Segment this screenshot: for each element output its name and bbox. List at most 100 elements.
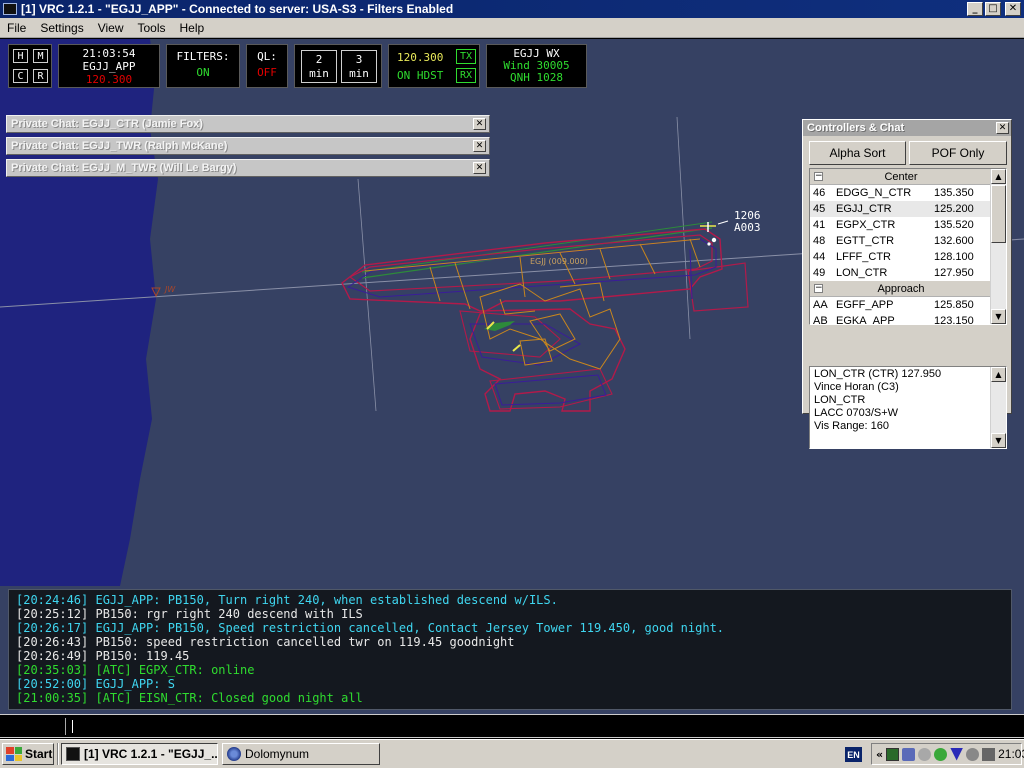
start-label: Start <box>25 747 53 761</box>
radio-box: 120.300 ON HDST TX RX <box>388 44 480 88</box>
scroll-down-icon[interactable]: ▼ <box>991 433 1006 448</box>
menu-settings[interactable]: Settings <box>33 21 90 35</box>
three-min-unit: min <box>349 67 369 80</box>
group-label: Center <box>884 170 918 183</box>
aircraft-datablock[interactable]: 1206 A003 <box>734 210 761 234</box>
filters-box[interactable]: FILTERS: ON <box>166 44 240 88</box>
tray-expand-icon[interactable]: « <box>876 748 883 761</box>
task-label: Dolomynum <box>245 747 310 761</box>
key-h[interactable]: H <box>13 49 28 63</box>
private-chat-egjj-twr[interactable]: Private Chat: EGJJ_TWR (Ralph McKane) ✕ <box>6 137 490 155</box>
taskbar: Start [1] VRC 1.2.1 - "EGJJ_... Dolomynu… <box>0 739 1024 768</box>
info-line: LON_CTR <box>814 394 866 406</box>
close-icon[interactable]: ✕ <box>473 118 486 130</box>
controller-row[interactable]: 46 EDGG_N_CTR 135.350 <box>810 185 1006 201</box>
controller-row[interactable]: 41 EGPX_CTR 135.520 <box>810 217 1006 233</box>
ql-label: QL: <box>257 50 277 63</box>
task-dolomynum[interactable]: Dolomynum <box>222 743 380 765</box>
antivirus-icon[interactable] <box>950 747 964 761</box>
printer-icon[interactable] <box>982 747 996 761</box>
two-min-button[interactable]: 2 min <box>301 50 337 83</box>
row-frequency: 125.850 <box>934 299 974 311</box>
task-vrc[interactable]: [1] VRC 1.2.1 - "EGJJ_... <box>61 743 218 765</box>
title-bar[interactable]: [1] VRC 1.2.1 - "EGJJ_APP" - Connected t… <box>0 0 1024 18</box>
row-id: 41 <box>813 219 826 231</box>
row-callsign: EGJJ_CTR <box>836 203 892 215</box>
controller-row[interactable]: 44 LFFF_CTR 128.100 <box>810 249 1006 265</box>
controller-list[interactable]: − Center 46 EDGG_N_CTR 135.350 45 EGJJ_CTR 1… <box>809 168 1007 325</box>
row-id: AA <box>813 299 828 311</box>
scroll-down-icon[interactable]: ▼ <box>991 309 1006 324</box>
message-line: [20:26:43] PB150: speed restriction canc… <box>16 635 515 649</box>
menu-view[interactable]: View <box>91 21 131 35</box>
volume-icon[interactable] <box>966 747 980 761</box>
private-chat-egjj-ctr[interactable]: Private Chat: EGJJ_CTR (Jamie Fox) ✕ <box>6 115 490 133</box>
scroll-up-icon[interactable]: ▲ <box>991 367 1006 382</box>
command-input[interactable] <box>70 718 1020 735</box>
menu-help[interactable]: Help <box>173 21 212 35</box>
menu-file[interactable]: File <box>0 21 33 35</box>
menu-tools[interactable]: Tools <box>131 21 173 35</box>
pof-only-button[interactable]: POF Only <box>909 141 1007 165</box>
minimize-button[interactable]: _ <box>967 2 983 16</box>
key-c[interactable]: C <box>13 69 28 83</box>
controller-row[interactable]: AA EGFF_APP 125.850 <box>810 297 1006 313</box>
three-min-button[interactable]: 3 min <box>341 50 377 83</box>
controller-row[interactable]: 48 EGTT_CTR 132.600 <box>810 233 1006 249</box>
collapse-icon[interactable]: − <box>814 284 823 293</box>
group-approach[interactable]: − Approach <box>810 281 1006 297</box>
vector-minutes-box: 2 min 3 min <box>294 44 382 88</box>
scroll-up-icon[interactable]: ▲ <box>991 169 1006 184</box>
tx-button[interactable]: TX <box>456 49 476 64</box>
controllers-chat-panel: Controllers & Chat ✕ Alpha Sort POF Only… <box>802 119 1012 449</box>
rx-button[interactable]: RX <box>456 68 476 83</box>
close-icon[interactable]: ✕ <box>473 140 486 152</box>
language-indicator[interactable]: EN <box>845 747 862 762</box>
row-id: 48 <box>813 235 826 247</box>
radar-scope[interactable]: H M C R 21:03:54 EGJJ_APP 120.300 FILTER… <box>0 39 1024 586</box>
private-chat-label: Private Chat: EGJJ_CTR (Jamie Fox) <box>11 118 203 130</box>
quick-look-box[interactable]: QL: OFF <box>246 44 288 88</box>
row-frequency: 135.520 <box>934 219 974 231</box>
row-callsign: EGTT_CTR <box>836 235 895 247</box>
private-chat-egjj-m-twr[interactable]: Private Chat: EGJJ_M_TWR (Will Le Bargy)… <box>6 159 490 177</box>
row-frequency: 125.200 <box>934 203 974 215</box>
message-line: [20:26:49] PB150: 119.45 <box>16 649 190 663</box>
list-scrollbar[interactable]: ▲ ▼ <box>990 169 1006 324</box>
info-line: Vis Range: 160 <box>814 420 890 432</box>
aircraft-altitude: A003 <box>734 221 761 234</box>
key-m[interactable]: M <box>33 49 48 63</box>
key-r[interactable]: R <box>33 69 48 83</box>
close-icon[interactable]: ✕ <box>996 122 1009 134</box>
close-icon[interactable]: ✕ <box>473 162 486 174</box>
controller-row[interactable]: AB EGKA_APP 123.150 <box>810 313 1006 325</box>
alpha-sort-button[interactable]: Alpha Sort <box>809 141 906 165</box>
teamspeak-icon[interactable] <box>902 747 916 761</box>
row-id: 44 <box>813 251 826 263</box>
maximize-button[interactable]: □ <box>985 2 1001 16</box>
group-center[interactable]: − Center <box>810 169 1006 185</box>
runway-label: EGJJ (009.000) <box>530 257 588 266</box>
start-button[interactable]: Start <box>2 743 54 765</box>
message-log[interactable]: [20:24:46] EGJJ_APP: PB150, Turn right 2… <box>8 589 1012 710</box>
collapse-icon[interactable]: − <box>814 172 823 181</box>
network-icon[interactable] <box>886 747 900 761</box>
controller-row[interactable]: 45 EGJJ_CTR 125.200 <box>810 201 1006 217</box>
row-frequency: 127.950 <box>934 267 974 279</box>
info-scrollbar[interactable]: ▲ ▼ <box>990 367 1006 448</box>
panel-header[interactable]: Controllers & Chat ✕ <box>803 120 1011 136</box>
panel-title: Controllers & Chat <box>807 122 905 134</box>
system-tray: « 21:03 <box>871 743 1024 765</box>
message-line: [20:52:00] EGJJ_APP: S <box>16 677 175 691</box>
messenger-icon[interactable] <box>918 747 932 761</box>
scroll-thumb[interactable] <box>991 185 1006 243</box>
row-frequency: 135.350 <box>934 187 974 199</box>
row-frequency: 123.150 <box>934 315 974 325</box>
grid-line <box>676 116 691 340</box>
controller-row[interactable]: 49 LON_CTR 127.950 <box>810 265 1006 281</box>
users-icon[interactable] <box>934 747 948 761</box>
text-caret <box>72 720 73 733</box>
message-line: [20:26:17] EGJJ_APP: PB150, Speed restri… <box>16 621 725 635</box>
filters-label: FILTERS: <box>176 50 230 63</box>
close-button[interactable]: ✕ <box>1005 2 1021 16</box>
